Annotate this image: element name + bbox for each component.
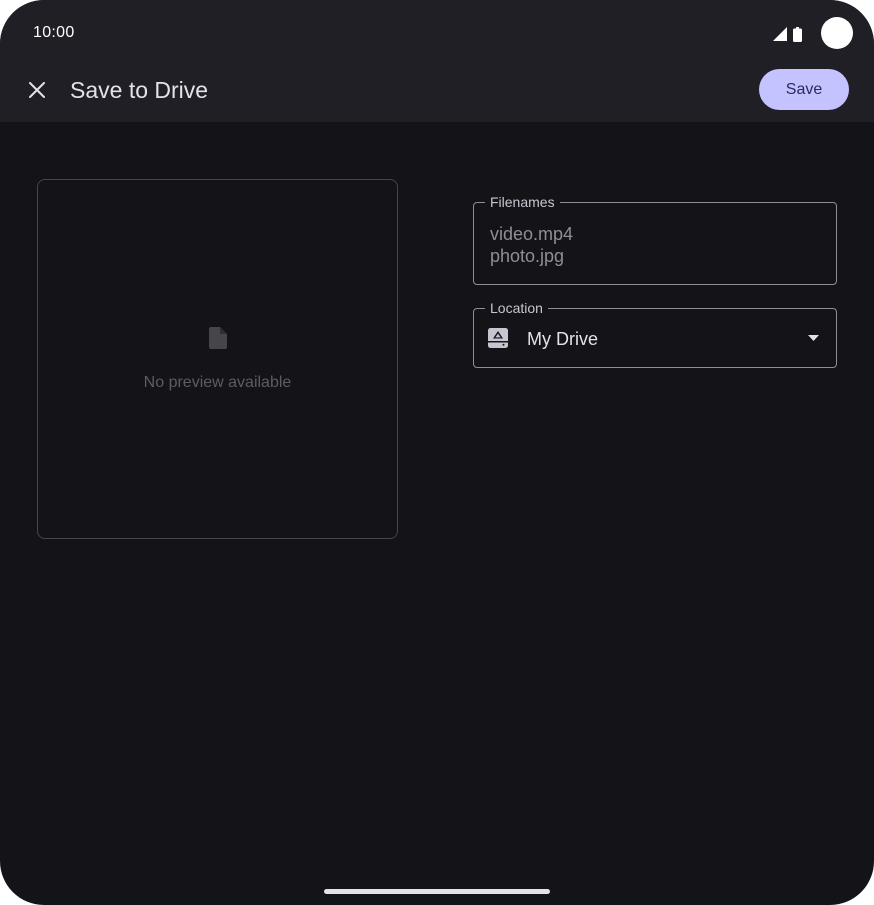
location-select[interactable]: Location My Drive — [473, 300, 837, 368]
device-screen: 10:00 Save to Drive Save No preview avai… — [0, 0, 874, 905]
filenames-field[interactable]: Filenames video.mp4 photo.jpg — [473, 194, 837, 285]
filenames-label: Filenames — [485, 194, 560, 210]
battery-icon — [793, 26, 802, 42]
location-value: My Drive — [527, 329, 598, 349]
signal-icon — [773, 27, 787, 41]
home-indicator[interactable] — [324, 889, 550, 894]
file-preview-panel: No preview available — [37, 179, 398, 539]
no-preview-message: No preview available — [143, 374, 292, 391]
page-title: Save to Drive — [70, 77, 209, 103]
status-time: 10:00 — [33, 24, 75, 41]
dropdown-arrow-icon — [808, 335, 819, 341]
save-button[interactable]: Save — [759, 69, 849, 110]
filenames-value: video.mp4 photo.jpg — [490, 224, 574, 266]
status-icons — [773, 26, 802, 42]
close-icon — [29, 82, 45, 98]
top-app-bar: 10:00 Save to Drive Save — [0, 0, 874, 122]
drive-icon — [488, 328, 508, 348]
location-label: Location — [485, 300, 548, 316]
close-button[interactable] — [22, 75, 52, 105]
camera-cutout — [821, 17, 853, 49]
file-icon — [209, 327, 227, 349]
